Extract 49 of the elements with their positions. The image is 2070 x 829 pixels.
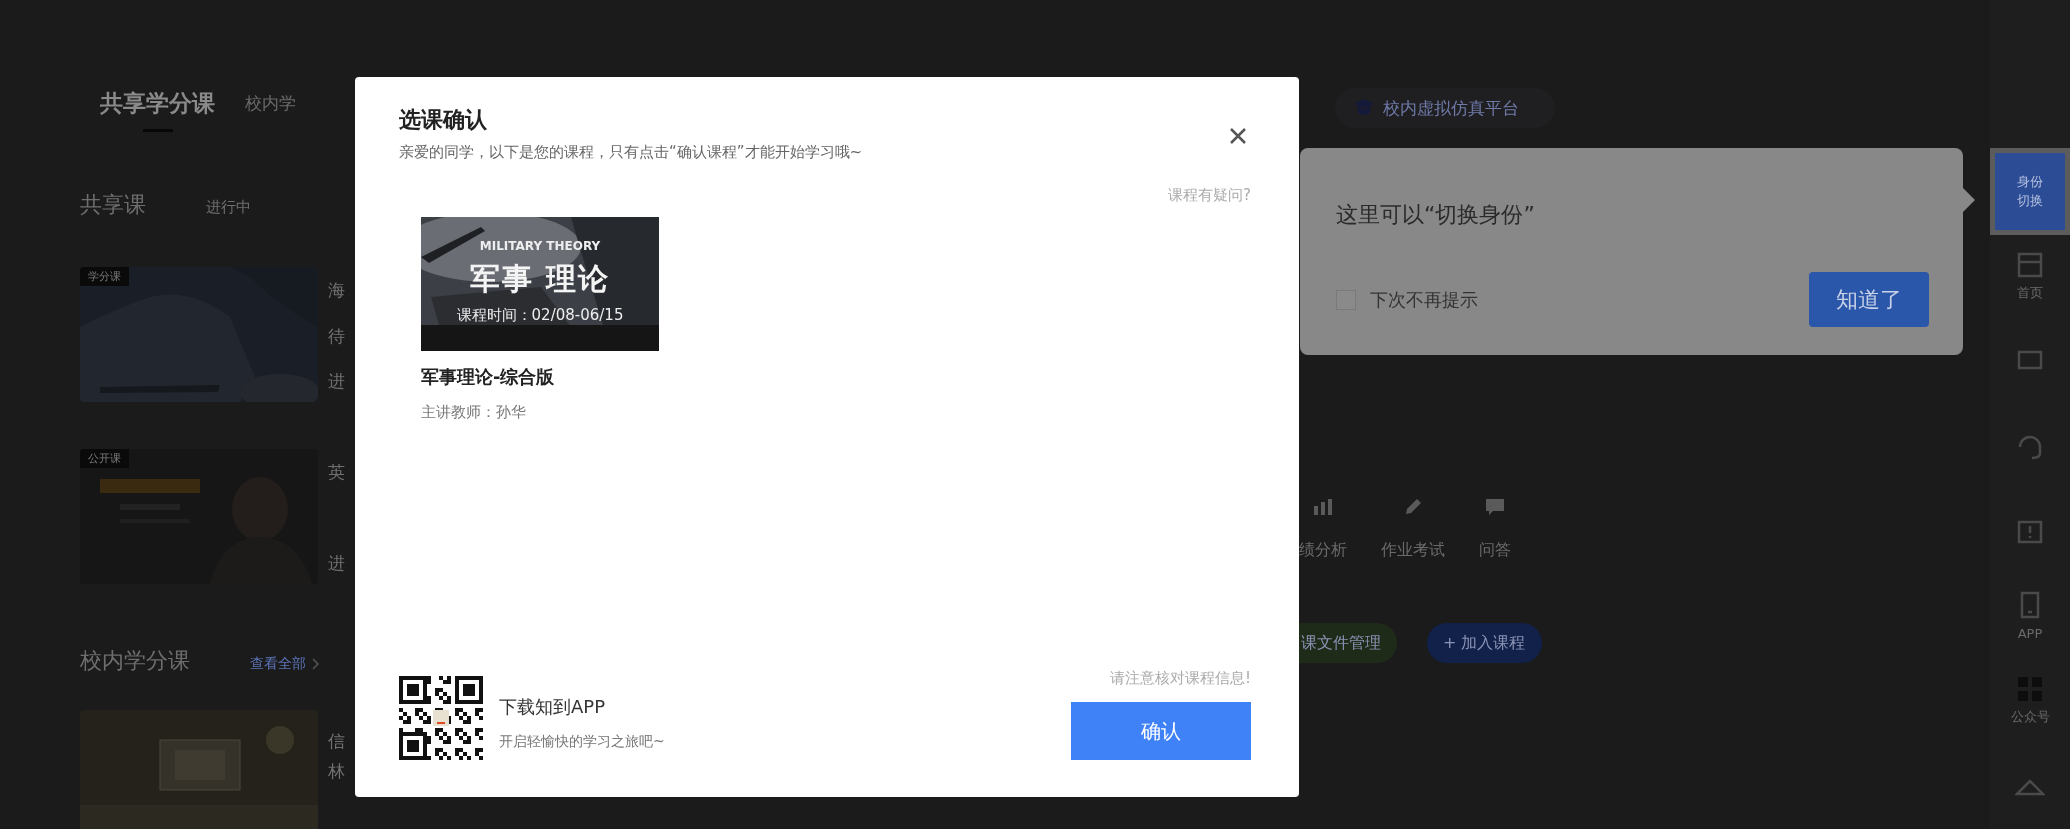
app-subtitle: 开启轻愉快的学习之旅吧~ — [499, 733, 665, 751]
sidebar-item[interactable]: APP — [1990, 574, 2070, 660]
view-all-link[interactable]: 查看全部 — [250, 655, 320, 673]
status-filter[interactable]: 进行中 — [206, 198, 251, 217]
notice-text: 请注意核对课程信息! — [1110, 669, 1251, 688]
section-title: 校内学分课 — [80, 647, 190, 675]
chart-icon — [1313, 498, 1333, 516]
course-text: 进 — [328, 552, 345, 574]
cover-caption: MILITARY THEORY — [479, 239, 601, 253]
chat-icon — [1485, 498, 1505, 516]
course-text: 信 — [328, 730, 345, 752]
up-triangle-icon — [2015, 777, 2045, 796]
course-text: 待 — [328, 324, 345, 347]
tab[interactable]: 共享学分课 — [80, 88, 215, 132]
course-text: 进 — [328, 370, 345, 392]
course-title: 军事理论-综合版 — [421, 365, 556, 389]
course-teacher: 主讲教师：孙华 — [421, 403, 527, 422]
pencil-icon — [1404, 498, 1422, 516]
cover-title: 军事 理论 — [469, 260, 611, 298]
got-it-button[interactable]: 知道了 — [1809, 272, 1929, 327]
graduation-cap-icon — [1353, 98, 1375, 118]
help-link[interactable]: 课程有疑问? — [1168, 186, 1251, 205]
course-tag: 学分课 — [80, 267, 129, 286]
app-title: 下载知到APP — [499, 695, 607, 719]
tool-item[interactable]: 问答 — [1475, 498, 1511, 561]
tool-item[interactable]: 绩分析 — [1295, 498, 1347, 561]
sidebar-item[interactable]: 身份切换 — [1990, 148, 2070, 236]
confirm-button[interactable]: 确认 — [1071, 702, 1251, 760]
headset-icon — [2017, 433, 2043, 462]
course-period: 课程时间：02/08-06/15 — [456, 306, 624, 325]
course-text: 林 — [328, 760, 345, 782]
dialog-title: 选课确认 — [399, 106, 488, 134]
sidebar-item[interactable]: 首页 — [1990, 235, 2070, 320]
platform-button[interactable]: 校内虚拟仿真平台 — [1335, 88, 1555, 128]
panel-icon — [2017, 252, 2043, 279]
tab[interactable]: 校内学 — [245, 92, 296, 115]
checkbox[interactable]: 下次不再提示 — [1336, 287, 1478, 312]
tool-item[interactable]: 作业考试 — [1377, 498, 1445, 561]
sidebar-item[interactable]: 公众号 — [1990, 659, 2070, 745]
course-tag: 公开课 — [80, 449, 129, 468]
action-button[interactable]: + 加入课程 — [1427, 623, 1542, 663]
section-title: 共享课 — [80, 191, 146, 219]
course-text: 海 — [328, 279, 345, 301]
phone-icon — [2020, 590, 2040, 619]
alert-icon — [2017, 520, 2043, 545]
dialog-subtitle: 亲爱的同学，以下是您的课程，只有点击“确认课程”才能开始学习哦~ — [399, 143, 863, 162]
chevron-right-icon — [312, 658, 320, 670]
tooltip-text: 这里可以“切换身份” — [1336, 201, 1536, 229]
course-text: 英 — [328, 461, 345, 483]
